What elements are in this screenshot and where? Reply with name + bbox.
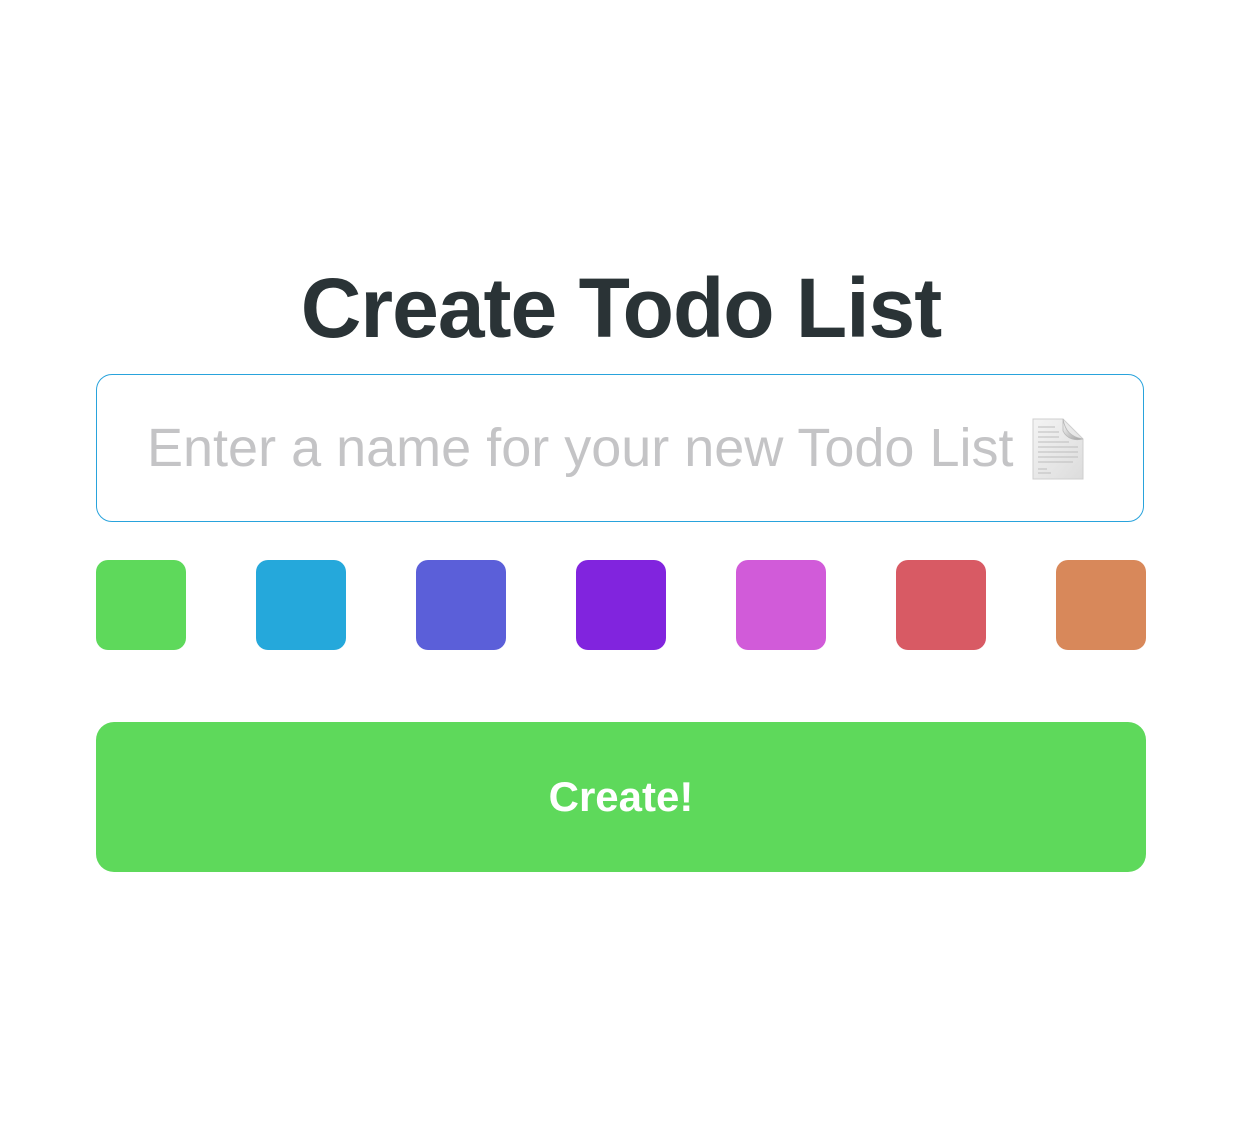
- swatch-indigo[interactable]: [416, 560, 506, 650]
- color-swatches: [96, 560, 1146, 650]
- swatch-pink[interactable]: [736, 560, 826, 650]
- list-name-field[interactable]: [96, 374, 1147, 522]
- document-icon: [1029, 417, 1085, 481]
- swatch-blue[interactable]: [256, 560, 346, 650]
- swatch-red[interactable]: [896, 560, 986, 650]
- list-name-input[interactable]: [147, 375, 1147, 521]
- page-title: Create Todo List: [300, 261, 943, 356]
- swatch-green[interactable]: [96, 560, 186, 650]
- swatch-purple[interactable]: [576, 560, 666, 650]
- swatch-orange[interactable]: [1056, 560, 1146, 650]
- create-button[interactable]: Create!: [96, 722, 1146, 872]
